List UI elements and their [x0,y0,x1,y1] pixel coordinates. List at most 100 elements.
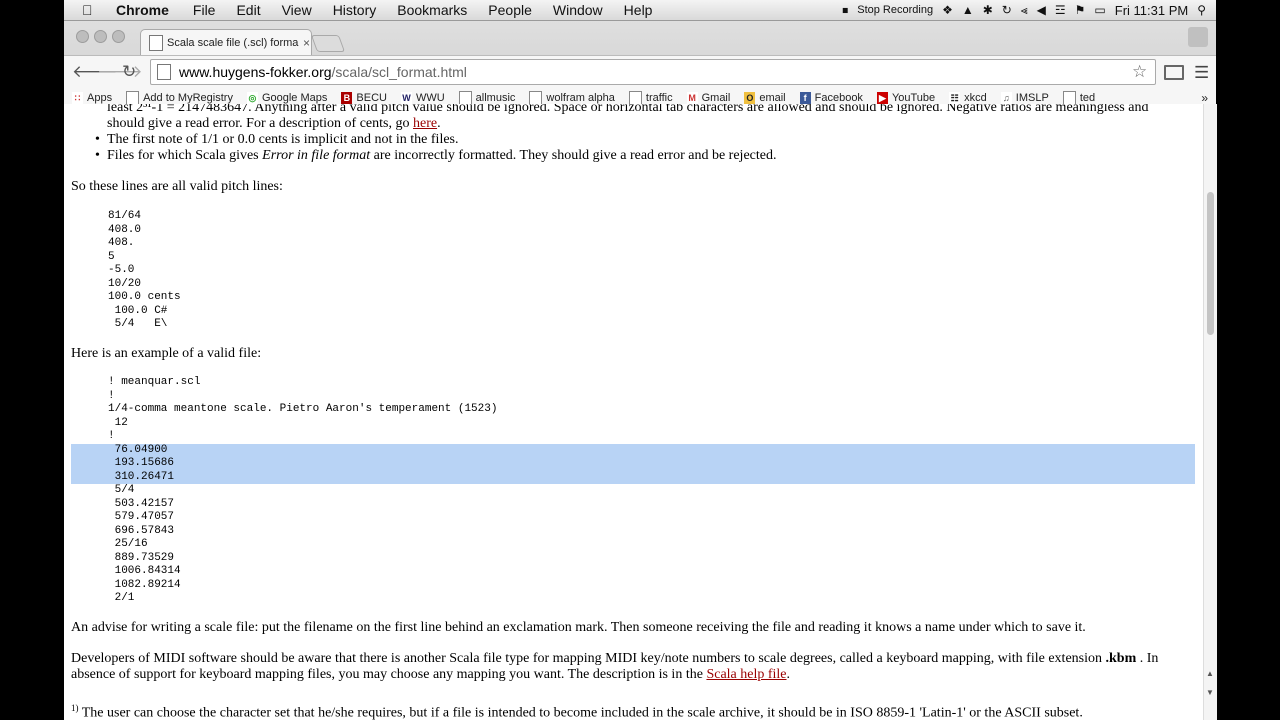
bookmark-youtube[interactable]: ▶ YouTube [876,92,935,104]
code-line: ! [108,389,115,402]
bookmark-google-maps[interactable]: ◎ Google Maps [246,92,327,104]
address-bar[interactable]: www.huygens-fokker.org/scala/scl_format.… [150,59,1156,85]
stop-recording-icon[interactable]: ⏹ [842,3,848,18]
scala-help-file-link[interactable]: Scala help file [706,667,786,682]
tab-scala-scale-file[interactable]: Scala scale file (.scl) forma × [140,29,312,56]
page-icon [1062,91,1076,105]
menu-chrome[interactable]: Chrome [116,2,169,18]
cents-here-link[interactable]: here [413,116,437,131]
code-line: 81/64 [108,210,142,222]
page-icon [628,91,642,105]
apple-menu-icon[interactable]:  [82,2,102,18]
minimize-window-icon[interactable] [94,30,107,43]
bookmark-gmail[interactable]: M Gmail [686,92,730,104]
list-item-cents-line: should give a read error. For a descript… [107,116,441,131]
cast-icon[interactable] [1164,65,1184,80]
profile-icon[interactable] [1188,27,1208,47]
tab-title: Scala scale file (.scl) forma [167,37,299,49]
page-favicon-icon [149,35,163,51]
wwu-icon: W [400,92,412,104]
code-line: 2/1 [108,592,135,604]
bookmark-star-icon[interactable]: ☆ [1132,62,1147,82]
menu-people[interactable]: People [488,2,532,18]
maps-pin-icon: ◎ [246,92,258,104]
menu-bookmarks[interactable]: Bookmarks [397,2,467,18]
close-tab-icon[interactable]: × [303,36,310,50]
list-item-error-format: • Files for which Scala gives Error in fi… [95,148,777,163]
bookmark-email[interactable]: Oemail [744,92,786,104]
browser-chrome: Scala scale file (.scl) forma × 🡐 🡒 ↻ ww… [64,21,1216,109]
code-line: 889.73529 [108,551,175,564]
email-icon: O [744,92,756,104]
page-icon [126,91,140,105]
bookmark-traffic[interactable]: traffic [628,91,673,105]
valid-pitch-lines: 81/64 408.0 408. 5 -5.0 10/20 100.0 cents 100.… [108,210,181,332]
zoom-window-icon[interactable] [112,30,125,43]
page-icon [529,91,543,105]
page-info-icon[interactable] [157,64,171,80]
bookmark-facebook[interactable]: f Facebook [799,92,863,104]
bookmark-apps[interactable]: ∷ Apps [72,92,112,104]
chrome-menu-icon[interactable]: ☰ [1194,63,1209,83]
url-host: www.huygens-fokker.org [179,64,332,80]
bookmark-becu[interactable]: B BECU [341,92,387,104]
menu-view[interactable]: View [282,2,312,18]
url-path: /scala/scl_format.html [331,64,467,80]
code-line: ! meanquar.scl [108,376,201,388]
scrollbar-thumb[interactable] [1207,192,1214,335]
menu-history[interactable]: History [333,2,377,18]
page-content: least 2³¹-1 = 2147483647. Anything after… [64,104,1203,720]
code-line: 1/4-comma meantone scale. Pietro Aaron's… [108,403,498,415]
spotlight-icon[interactable]: ⚲ [1197,3,1206,17]
code-line: 76.04900 [108,443,168,456]
reload-icon[interactable]: ↻ [122,62,136,82]
scroll-down-arrow-icon[interactable]: ▼ [1206,688,1214,697]
code-line: 12 [108,416,128,429]
becu-icon: B [341,92,353,104]
more-bookmarks-icon[interactable]: » [1201,91,1208,105]
advise-paragraph: An advise for writing a scale file: put … [71,620,1086,635]
time-machine-icon[interactable]: ↻ [1002,3,1012,17]
code-line: 1082.89214 [108,578,181,591]
clock[interactable]: Fri 11:31 PM [1115,3,1188,18]
bookmark-wolfram-alpha[interactable]: wolfram alpha [529,91,615,105]
volume-icon[interactable]: ◀ [1037,3,1046,17]
code-line: 579.47057 [108,511,175,523]
bluetooth-icon[interactable]: ⪡ [1021,3,1028,18]
wifi-icon[interactable]: ☲ [1055,3,1066,17]
page-icon [458,91,472,105]
stop-recording-label[interactable]: Stop Recording [857,4,933,16]
bookmark-allmusic[interactable]: allmusic [458,91,515,105]
code-line: 1006.84314 [108,565,181,577]
code-line: 408.0 [108,223,142,236]
bookmark-ted[interactable]: ted [1062,91,1095,105]
new-tab-button[interactable] [310,35,346,52]
bookmark-add-to-myregistry[interactable]: Add to MyRegistry [126,91,233,105]
bookmark-xkcd[interactable]: ☷ xkcd [949,92,987,104]
menu-help[interactable]: Help [624,2,653,18]
code-line: 503.42157 [108,497,175,510]
code-line: 25/16 [108,538,148,550]
gear-icon[interactable]: ✱ [983,3,993,17]
flag-icon[interactable]: ⚑ [1075,3,1086,17]
code-line: 100.0 cents [108,291,181,303]
evernote-icon[interactable]: ▲ [962,3,974,17]
vertical-scrollbar[interactable]: ▲ ▼ [1203,104,1217,720]
dropbox-icon[interactable]: ❖ [942,3,953,17]
bookmark-wwu[interactable]: W WWU [400,92,445,104]
menu-edit[interactable]: Edit [236,2,260,18]
code-line: 310.26471 [108,470,175,483]
bookmark-imslp[interactable]: ♫ IMSLP [1000,92,1049,104]
close-window-icon[interactable] [76,30,89,43]
imslp-icon: ♫ [1000,92,1012,104]
code-line: 5 [108,250,115,263]
code-line: 193.15686 [108,457,175,469]
example-intro: Here is an example of a valid file: [71,346,262,361]
menu-window[interactable]: Window [553,2,603,18]
toolbar: 🡐 🡒 ↻ www.huygens-fokker.org/scala/scl_f… [64,55,1216,89]
xkcd-icon: ☷ [949,92,961,104]
code-line: 5/4 [108,484,135,496]
menu-file[interactable]: File [193,2,216,18]
scroll-up-arrow-icon[interactable]: ▲ [1206,669,1214,678]
battery-icon[interactable]: ▭ [1094,3,1105,17]
